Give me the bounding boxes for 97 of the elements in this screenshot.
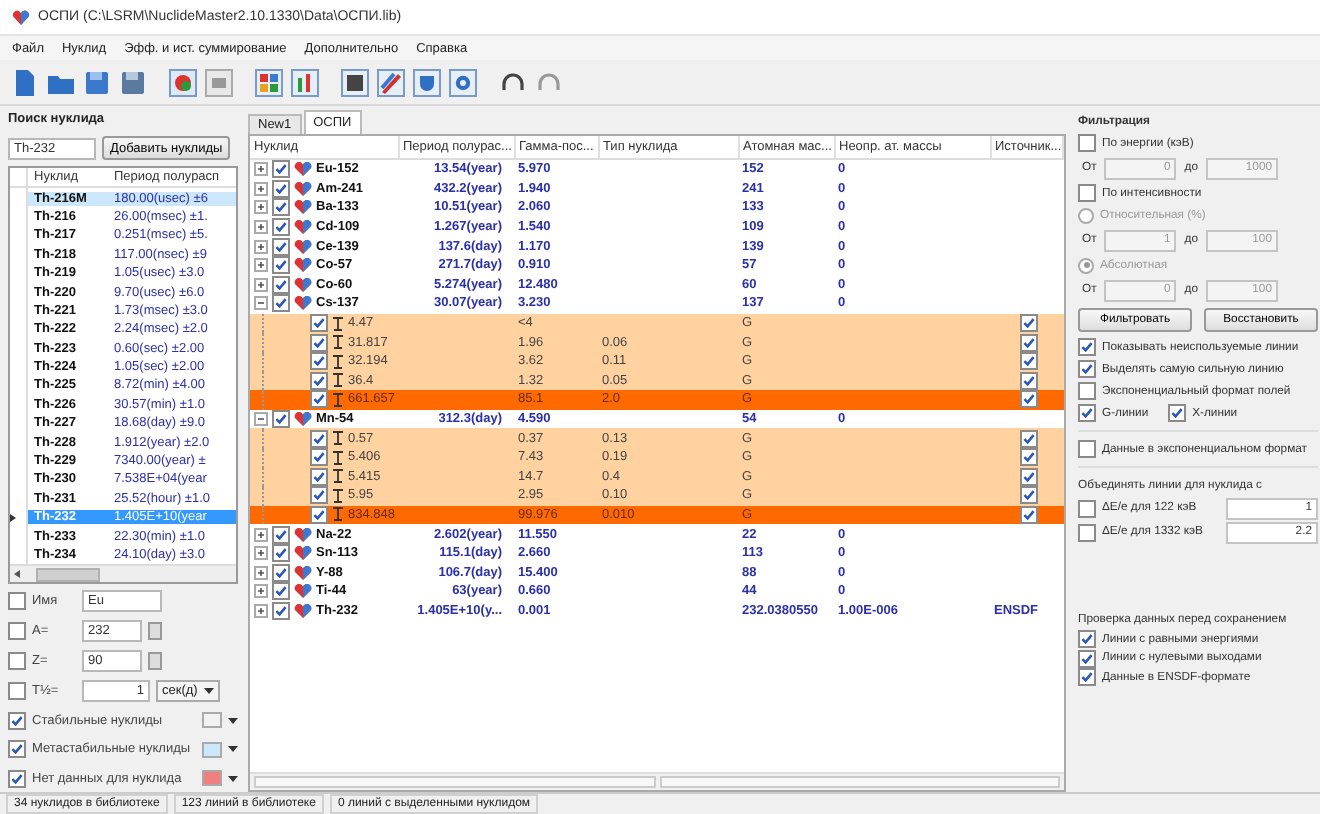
nuclide-icon [294, 412, 312, 427]
checkbox[interactable] [8, 592, 26, 611]
pencil-icon[interactable] [376, 67, 406, 97]
checkbox[interactable] [272, 410, 290, 429]
checkbox[interactable] [310, 390, 328, 409]
caret-icon[interactable] [228, 746, 238, 753]
grid-icon[interactable] [254, 67, 284, 97]
nuclide-icon [294, 220, 312, 235]
checkbox[interactable] [8, 622, 26, 641]
expand-toggle[interactable] [254, 527, 268, 542]
nuclide-icon [294, 584, 312, 599]
gear-icon[interactable] [448, 67, 478, 97]
checkbox[interactable] [1078, 649, 1096, 668]
checkbox[interactable] [310, 333, 328, 352]
expand-toggle[interactable] [254, 603, 268, 618]
caret-icon[interactable] [228, 717, 238, 724]
checkbox[interactable] [272, 179, 290, 198]
checkbox[interactable] [1019, 448, 1038, 467]
nuclide-icon [294, 296, 312, 311]
monitor-icon[interactable] [340, 67, 370, 97]
expand-toggle[interactable] [254, 200, 268, 215]
nuclide-icon [294, 181, 312, 196]
checkbox[interactable] [1078, 382, 1096, 400]
checkbox[interactable] [1078, 360, 1096, 378]
checkbox[interactable] [1078, 184, 1096, 202]
checkbox[interactable] [1019, 486, 1038, 505]
checkbox[interactable] [272, 198, 290, 217]
bar-chart-icon[interactable] [290, 67, 320, 97]
nuclide-icon [294, 277, 312, 292]
checkbox[interactable] [310, 352, 328, 371]
expand-toggle[interactable] [254, 220, 268, 235]
radio-button[interactable] [1078, 207, 1094, 223]
checkbox[interactable] [1168, 404, 1187, 422]
nuclide-icon [294, 527, 312, 542]
checkbox[interactable] [272, 218, 290, 237]
checkbox[interactable] [310, 448, 328, 467]
checkbox[interactable] [272, 563, 290, 582]
checkbox[interactable] [272, 237, 290, 256]
checkbox[interactable] [272, 294, 290, 313]
checkbox[interactable] [1019, 333, 1038, 352]
checkbox[interactable] [1078, 630, 1096, 649]
expand-toggle[interactable] [254, 565, 268, 580]
nuclide-icon [294, 239, 312, 254]
checkbox[interactable] [1078, 134, 1096, 152]
nuclide-icon [294, 200, 312, 215]
checkbox[interactable] [272, 256, 290, 275]
document-icon[interactable] [10, 67, 40, 97]
checkbox[interactable] [310, 314, 328, 333]
nuclide-icon [294, 565, 312, 580]
checkbox[interactable] [1078, 523, 1096, 541]
caret-icon[interactable] [228, 775, 238, 782]
checkbox[interactable] [1019, 352, 1038, 371]
checkbox[interactable] [1078, 499, 1096, 517]
expand-toggle[interactable] [254, 296, 268, 311]
expand-toggle[interactable] [254, 277, 268, 292]
expand-toggle[interactable] [254, 258, 268, 273]
expand-toggle[interactable] [254, 239, 268, 254]
horizontal-scrollbar[interactable] [250, 772, 1064, 790]
checkbox[interactable] [1019, 390, 1038, 409]
checkbox[interactable] [310, 429, 328, 448]
expand-toggle[interactable] [254, 412, 268, 427]
color-swatch[interactable] [202, 712, 222, 729]
checkbox[interactable] [310, 486, 328, 505]
app-logo-icon [12, 9, 30, 25]
checkbox[interactable] [1078, 404, 1096, 422]
checkbox[interactable] [272, 275, 290, 294]
checkbox[interactable] [8, 740, 26, 759]
checkbox[interactable] [272, 160, 290, 179]
checkbox[interactable] [272, 601, 290, 620]
checkbox[interactable] [1078, 338, 1096, 356]
color-swatch[interactable] [202, 741, 222, 758]
expand-toggle[interactable] [254, 162, 268, 177]
checkbox[interactable] [1078, 440, 1096, 458]
checkbox[interactable] [8, 769, 26, 788]
checkbox[interactable] [1019, 429, 1038, 448]
scroll-left-arrow-icon[interactable] [14, 570, 20, 579]
checkbox[interactable] [8, 711, 26, 730]
shield-icon[interactable] [412, 67, 442, 97]
checkbox[interactable] [272, 544, 290, 563]
expand-toggle[interactable] [254, 546, 268, 561]
checkbox[interactable] [1078, 668, 1096, 687]
row-pointer-icon [10, 513, 16, 522]
checkbox[interactable] [1019, 314, 1038, 333]
expand-toggle[interactable] [254, 584, 268, 599]
checkbox[interactable] [8, 652, 26, 671]
nuclide-icon [294, 603, 312, 618]
expand-toggle[interactable] [254, 181, 268, 196]
caret-icon[interactable] [203, 688, 214, 695]
nuclide-icon [294, 258, 312, 273]
checkbox[interactable] [8, 682, 26, 701]
checkbox[interactable] [272, 525, 290, 544]
checkbox[interactable] [272, 582, 290, 601]
nuclide-icon [294, 546, 312, 561]
color-swatch[interactable] [202, 770, 222, 787]
radio-button[interactable] [1078, 257, 1094, 273]
nuclide-icon [294, 162, 312, 177]
horizontal-scrollbar[interactable] [10, 564, 236, 583]
